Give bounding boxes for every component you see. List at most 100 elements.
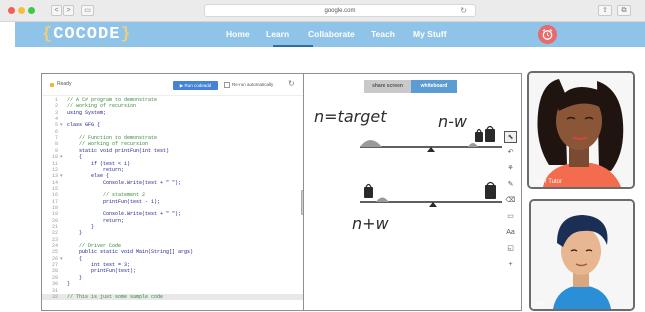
code-line[interactable]: 27 int test = 3;: [42, 262, 303, 268]
code-line[interactable]: 20 return;: [42, 218, 303, 224]
whiteboard-drawing: [360, 125, 502, 207]
line-number: 18: [51, 204, 58, 211]
code-line[interactable]: 28 printFun(test);: [42, 268, 303, 274]
minimize-window-dot[interactable]: [18, 7, 25, 14]
forward-button[interactable]: >: [63, 5, 74, 16]
nav-learn[interactable]: Learn: [266, 29, 289, 39]
code-line[interactable]: 16 // statement 2: [42, 192, 303, 198]
line-number: 8: [54, 141, 58, 148]
back-button[interactable]: <: [51, 5, 62, 16]
cursor-icon[interactable]: ⬉: [504, 131, 517, 143]
code-text: Console.Write(test + " ");: [67, 211, 182, 218]
code-line[interactable]: 29 }: [42, 275, 303, 281]
peer-tutor-video[interactable]: Peer Tutor: [527, 71, 635, 189]
undo-icon[interactable]: ↶: [504, 147, 517, 159]
code-text: int test = 3;: [67, 262, 131, 269]
fold-icon[interactable]: ▾: [60, 173, 63, 179]
run-code-button[interactable]: ▶ Run codeadd: [173, 81, 218, 90]
share-icon[interactable]: ⇪: [598, 5, 612, 16]
fold-icon[interactable]: ▾: [60, 122, 63, 128]
code-line[interactable]: 8 // working of recursion: [42, 141, 303, 147]
code-line[interactable]: 9 static void printFun(int test): [42, 148, 303, 154]
code-text: printFun(test);: [67, 268, 137, 275]
editor-toolbar: Ready ▶ Run codeadd Re-run automatically…: [42, 74, 303, 96]
code-line[interactable]: 3 using System;: [42, 110, 303, 116]
nav-collaborate[interactable]: Collaborate: [308, 29, 355, 39]
brush-icon[interactable]: ⚘: [504, 163, 517, 175]
code-line[interactable]: 31: [42, 288, 303, 294]
code-line[interactable]: 23: [42, 237, 303, 243]
cocode-logo[interactable]: {COCODE}: [42, 25, 132, 44]
text-tool-icon[interactable]: Aa: [504, 227, 517, 239]
code-line[interactable]: 18: [42, 205, 303, 211]
line-number: 23: [51, 236, 58, 243]
code-text: }: [67, 281, 71, 288]
line-number: 9: [54, 147, 58, 154]
code-text: // working of recursion: [67, 103, 137, 110]
code-line[interactable]: 22 }: [42, 230, 303, 236]
sidebar-toggle-icon[interactable]: ▭: [81, 5, 94, 16]
code-text: else {: [67, 173, 110, 180]
eraser-icon[interactable]: ⌫: [504, 195, 517, 207]
code-text: using System;: [67, 109, 107, 116]
active-nav-indicator: [273, 45, 313, 47]
reload-icon[interactable]: ↻: [460, 5, 467, 17]
code-line[interactable]: 24 // Driver Code: [42, 243, 303, 249]
code-line[interactable]: 4: [42, 116, 303, 122]
whiteboard-toolbar: ⬉ ↶ ⚘ ✎ ⌫ ▭ Aa ◱ +: [503, 131, 518, 281]
refresh-icon[interactable]: ↻: [288, 79, 295, 88]
close-window-dot[interactable]: [8, 7, 15, 14]
line-number: 3: [54, 109, 58, 116]
rerun-automatically-checkbox[interactable]: [224, 82, 230, 88]
code-line[interactable]: 13 ▾ else {: [42, 173, 303, 179]
fold-icon[interactable]: ▾: [60, 154, 63, 160]
logo-brace-close: }: [120, 25, 132, 44]
alarm-clock-icon[interactable]: [538, 25, 557, 44]
code-line[interactable]: 12 return;: [42, 167, 303, 173]
line-number: 25: [51, 249, 58, 256]
line-number: 17: [51, 198, 58, 205]
code-area[interactable]: 1 // A C# program to demonstrate 2 // worki…: [42, 97, 303, 310]
zoom-window-dot[interactable]: [28, 7, 35, 14]
whiteboard-panel[interactable]: share screen whiteboard n=target n-w n+w…: [303, 73, 522, 311]
address-bar[interactable]: google.com ↻: [204, 4, 476, 17]
url-text: google.com: [324, 8, 356, 14]
code-text: if (test < 1): [67, 160, 131, 167]
pen-icon[interactable]: ✎: [504, 179, 517, 191]
code-line[interactable]: 19 Console.Write(test + " ");: [42, 211, 303, 217]
comment-icon[interactable]: ▭: [504, 211, 517, 223]
code-line[interactable]: 30}: [42, 281, 303, 287]
code-text: return;: [67, 217, 125, 224]
line-number: 6: [54, 128, 58, 135]
line-number: 7: [54, 135, 58, 142]
code-line[interactable]: 21 }: [42, 224, 303, 230]
note-icon[interactable]: ◱: [504, 243, 517, 255]
editor-status: Ready: [57, 81, 72, 87]
code-line[interactable]: 5 ▾ class GFG {: [42, 122, 303, 128]
code-line[interactable]: 1 // A C# program to demonstrate: [42, 97, 303, 103]
nav-home[interactable]: Home: [226, 29, 250, 39]
code-line[interactable]: 17 printFun(test - 1);: [42, 199, 303, 205]
tabs-icon[interactable]: ⧉: [617, 5, 631, 16]
code-line[interactable]: 32 // This is just some sample code: [42, 293, 303, 301]
code-text: static void printFun(int test): [67, 147, 170, 154]
app-header: {COCODE} Home Learn Collaborate Teach My…: [15, 22, 645, 47]
nav-teach[interactable]: Teach: [371, 29, 395, 39]
code-line[interactable]: 11 if (test < 1): [42, 161, 303, 167]
code-line[interactable]: 15: [42, 186, 303, 192]
self-video[interactable]: Me: [529, 199, 635, 311]
code-text: class GFG {: [67, 122, 101, 129]
fold-icon[interactable]: ▾: [60, 256, 63, 262]
code-line[interactable]: 25 public static void Main(String[] args…: [42, 249, 303, 255]
line-number: 1: [54, 97, 58, 103]
code-line[interactable]: 10 ▾ {: [42, 154, 303, 160]
code-line[interactable]: 26 ▾ {: [42, 256, 303, 262]
add-icon[interactable]: +: [504, 259, 517, 271]
code-text: // Function to demonstrate: [67, 135, 158, 142]
code-line[interactable]: 7 // Function to demonstrate: [42, 135, 303, 141]
code-line[interactable]: 2 // working of recursion: [42, 103, 303, 109]
browser-toolbar: < > ▭ google.com ↻ ⇪ ⧉: [0, 0, 645, 22]
nav-my-stuff[interactable]: My Stuff: [413, 29, 447, 39]
code-line[interactable]: 6: [42, 129, 303, 135]
code-line[interactable]: 14 Console.Write(test + " ");: [42, 180, 303, 186]
